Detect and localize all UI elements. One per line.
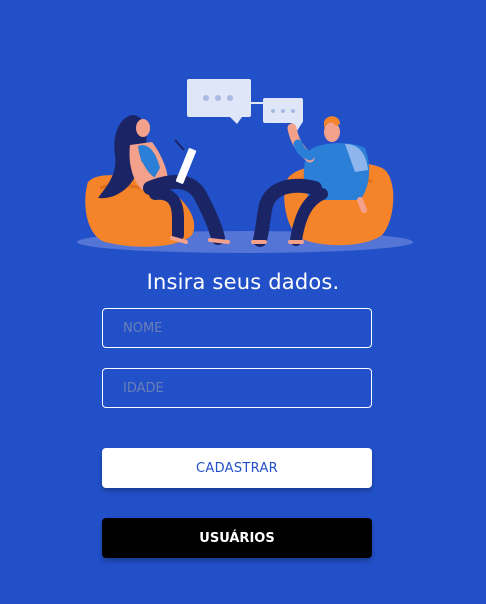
registration-page: Insira seus dados. CADASTRAR USUÁRIOS bbox=[0, 0, 486, 604]
form-heading: Insira seus dados. bbox=[146, 270, 340, 294]
register-button[interactable]: CADASTRAR bbox=[102, 448, 372, 488]
age-input[interactable] bbox=[102, 368, 372, 408]
speech-bubble-large-icon bbox=[187, 79, 251, 124]
woman-figure bbox=[85, 115, 230, 247]
speech-bubble-small-icon bbox=[263, 98, 303, 131]
man-figure bbox=[251, 116, 394, 247]
name-input[interactable] bbox=[102, 308, 372, 348]
users-button[interactable]: USUÁRIOS bbox=[102, 518, 372, 558]
conversation-illustration bbox=[77, 79, 413, 253]
